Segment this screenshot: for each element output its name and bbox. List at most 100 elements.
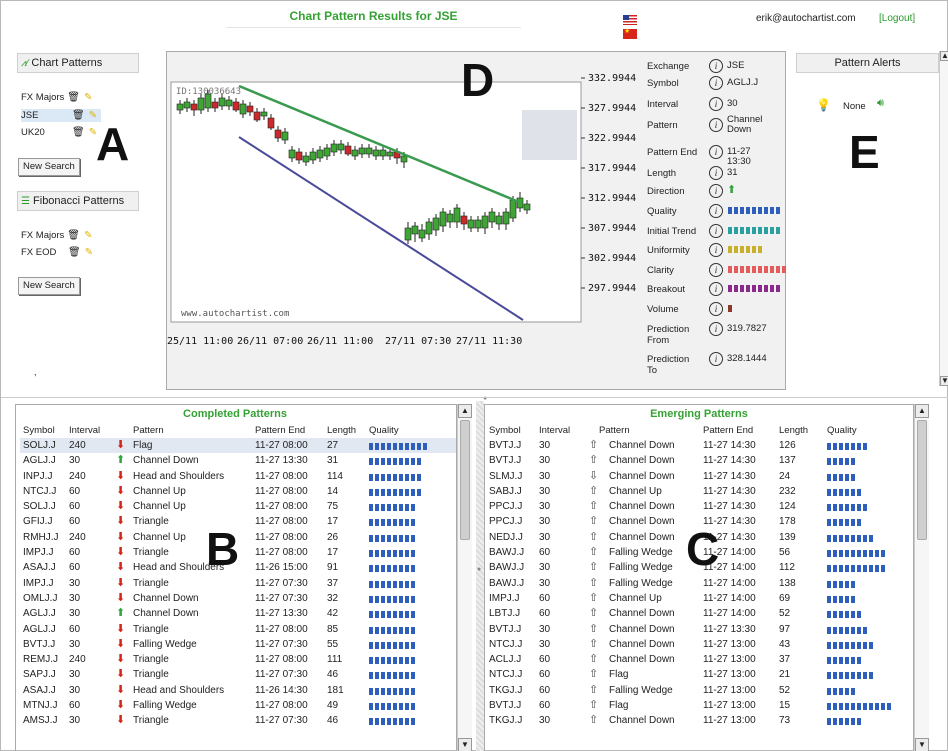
trash-icon[interactable]: 🗑 (72, 110, 85, 122)
table-row[interactable]: AGLJ.J 30 Channel Down 11-27 13:30 31 ⬆ (20, 453, 456, 468)
logout-link[interactable]: [Logout] (879, 13, 915, 24)
watchlist-item[interactable]: FX Majors 🗑 ✎ (21, 229, 94, 242)
table-row[interactable]: PPCJ.J 30 Channel Down 11-27 14:30 124 ⇧ (487, 499, 913, 514)
watchlist-name[interactable]: FX Majors (21, 92, 64, 103)
chart-patterns-header[interactable]: ⩘⁄ Chart Patterns (17, 53, 139, 73)
table-row[interactable]: TKGJ.J 60 Falling Wedge 11-27 13:00 52 ⇧ (487, 683, 913, 698)
table-row[interactable]: AMSJ.J 30 Triangle 11-27 07:30 46 ⬇ (20, 713, 456, 728)
pencil-icon[interactable]: ✎ (83, 247, 95, 259)
splitter[interactable] (1, 397, 948, 398)
scroll-thumb[interactable] (460, 420, 470, 540)
watchlist-name[interactable]: UK20 (21, 127, 69, 138)
table-row[interactable]: INPJ.J 240 Head and Shoulders 11-27 08:00 11… (20, 469, 456, 484)
table-row[interactable]: MTNJ.J 60 Falling Wedge 11-27 08:00 49 ⬇ (20, 698, 456, 713)
column-header[interactable]: Pattern End (255, 425, 305, 436)
info-icon[interactable]: i (709, 184, 723, 198)
table-splitter[interactable] (476, 401, 484, 751)
fibonacci-patterns-header[interactable]: ☰ Fibonacci Patterns (17, 191, 139, 211)
column-header[interactable]: Length (327, 425, 356, 436)
scroll-down-button[interactable]: ▼ (915, 738, 929, 751)
completed-scrollbar[interactable]: ▲ ▼ (457, 404, 472, 751)
table-row[interactable]: SLMJ.J 30 Channel Down 11-27 14:30 24 ⇩ (487, 469, 913, 484)
table-row[interactable]: BVTJ.J 30 Channel Down 11-27 14:30 137 ⇧ (487, 453, 913, 468)
new-search-button[interactable]: New Search (18, 277, 80, 295)
column-header[interactable]: Interval (539, 425, 570, 436)
table-row[interactable]: ACLJ.J 60 Channel Down 11-27 13:00 37 ⇧ (487, 652, 913, 667)
price-chart[interactable]: 332.9944 327.9944 322.9944 317.9944 312.9944… (167, 52, 637, 389)
trash-icon[interactable]: 🗑 (67, 92, 80, 104)
column-header[interactable]: Pattern (599, 425, 630, 436)
china-flag-icon[interactable] (623, 27, 637, 39)
info-icon[interactable]: i (709, 59, 723, 73)
watchlist-item[interactable]: FX Majors 🗑 ✎ (21, 91, 94, 104)
column-header[interactable]: Quality (369, 425, 399, 436)
info-icon[interactable]: i (709, 145, 723, 159)
table-row[interactable]: SOLJ.J 60 Channel Up 11-27 08:00 75 ⬇ (20, 499, 456, 514)
watchlist-item[interactable]: JSE 🗑 ✎ (21, 109, 101, 122)
scroll-up-button[interactable]: ▲ (458, 404, 472, 418)
pencil-icon[interactable]: ✎ (82, 92, 94, 104)
table-row[interactable]: IMPJ.J 30 Triangle 11-27 07:30 37 ⬇ (20, 576, 456, 591)
table-row[interactable]: AGLJ.J 60 Triangle 11-27 08:00 85 ⬇ (20, 622, 456, 637)
trash-icon[interactable]: 🗑 (72, 127, 85, 139)
table-row[interactable]: OMLJ.J 30 Channel Down 11-27 07:30 32 ⬇ (20, 591, 456, 606)
info-icon[interactable]: i (709, 118, 723, 132)
table-row[interactable]: BVTJ.J 60 Flag 11-27 13:00 15 ⇧ (487, 698, 913, 713)
table-row[interactable]: ASAJ.J 30 Head and Shoulders 11-26 14:30 181… (20, 683, 456, 698)
table-row[interactable]: BVTJ.J 30 Falling Wedge 11-27 07:30 55 ⬇ (20, 637, 456, 652)
info-icon[interactable]: i (709, 263, 723, 277)
table-row[interactable]: SABJ.J 30 Channel Up 11-27 14:30 232 ⇧ (487, 484, 913, 499)
column-header[interactable]: Pattern (133, 425, 164, 436)
info-icon[interactable]: i (709, 97, 723, 111)
table-row[interactable]: LBTJ.J 60 Channel Down 11-27 14:00 52 ⇧ (487, 606, 913, 621)
info-icon[interactable]: i (709, 76, 723, 90)
info-icon[interactable]: i (709, 166, 723, 180)
table-row[interactable]: SOLJ.J 240 Flag 11-27 08:00 27 ⬇ (20, 438, 456, 454)
table-row[interactable]: TKGJ.J 30 Channel Down 11-27 13:00 73 ⇧ (487, 713, 913, 728)
lightbulb-icon[interactable]: 💡 (816, 98, 831, 112)
scroll-down-button[interactable]: ▼ (458, 738, 472, 751)
scroll-thumb[interactable] (917, 420, 927, 540)
info-icon[interactable]: i (709, 322, 723, 336)
table-row[interactable]: BAWJ.J 30 Falling Wedge 11-27 14:00 138 ⇧ (487, 576, 913, 591)
column-header[interactable]: Pattern End (703, 425, 753, 436)
new-search-button[interactable]: New Search (18, 158, 80, 176)
splitter-handle-icon[interactable]: ● (477, 566, 481, 573)
scroll-up-button[interactable]: ▲ (940, 51, 948, 61)
watchlist-name[interactable]: FX EOD (21, 247, 65, 258)
page-scrollbar[interactable]: ▲ ▼ (939, 51, 948, 386)
trash-icon[interactable]: 🗑 (67, 230, 80, 242)
info-icon[interactable]: i (709, 224, 723, 238)
info-icon[interactable]: i (709, 302, 723, 316)
emerging-scrollbar[interactable]: ▲ ▼ (914, 404, 929, 751)
info-icon[interactable]: i (709, 352, 723, 366)
column-header[interactable]: Interval (69, 425, 100, 436)
column-header[interactable]: Symbol (23, 425, 55, 436)
info-icon[interactable]: i (709, 204, 723, 218)
table-row[interactable]: BVTJ.J 30 Channel Down 11-27 13:30 97 ⇧ (487, 622, 913, 637)
watchlist-item[interactable]: FX EOD 🗑 ✎ (21, 246, 95, 259)
column-header[interactable]: Length (779, 425, 808, 436)
y-tick-label: 322.9944 (588, 133, 636, 144)
table-row[interactable]: NTCJ.J 60 Channel Up 11-27 08:00 14 ⬇ (20, 484, 456, 499)
info-icon[interactable]: i (709, 282, 723, 296)
watchlist-name[interactable]: JSE (21, 110, 69, 121)
trash-icon[interactable]: 🗑 (68, 247, 81, 259)
info-icon[interactable]: i (709, 243, 723, 257)
pencil-icon[interactable]: ✎ (82, 230, 94, 242)
column-header[interactable]: Quality (827, 425, 857, 436)
table-row[interactable]: NTCJ.J 30 Channel Down 11-27 13:00 43 ⇧ (487, 637, 913, 652)
scroll-down-button[interactable]: ▼ (940, 376, 948, 386)
speaker-icon[interactable]: 🔊︎ (877, 97, 884, 110)
watchlist-item[interactable]: UK20 🗑 ✎ (21, 126, 99, 139)
table-row[interactable]: SAPJ.J 30 Triangle 11-27 07:30 46 ⬇ (20, 667, 456, 682)
table-row[interactable]: BVTJ.J 30 Channel Down 11-27 14:30 126 ⇧ (487, 438, 913, 453)
table-row[interactable]: NTCJ.J 60 Flag 11-27 13:00 21 ⇧ (487, 667, 913, 682)
watchlist-name[interactable]: FX Majors (21, 230, 64, 241)
us-flag-icon[interactable] (623, 15, 637, 25)
table-row[interactable]: IMPJ.J 60 Channel Up 11-27 14:00 69 ⇧ (487, 591, 913, 606)
table-row[interactable]: REMJ.J 240 Triangle 11-27 08:00 111 ⬇ (20, 652, 456, 667)
scroll-up-button[interactable]: ▲ (915, 404, 929, 418)
table-row[interactable]: AGLJ.J 30 Channel Down 11-27 13:30 42 ⬆ (20, 606, 456, 621)
column-header[interactable]: Symbol (489, 425, 521, 436)
